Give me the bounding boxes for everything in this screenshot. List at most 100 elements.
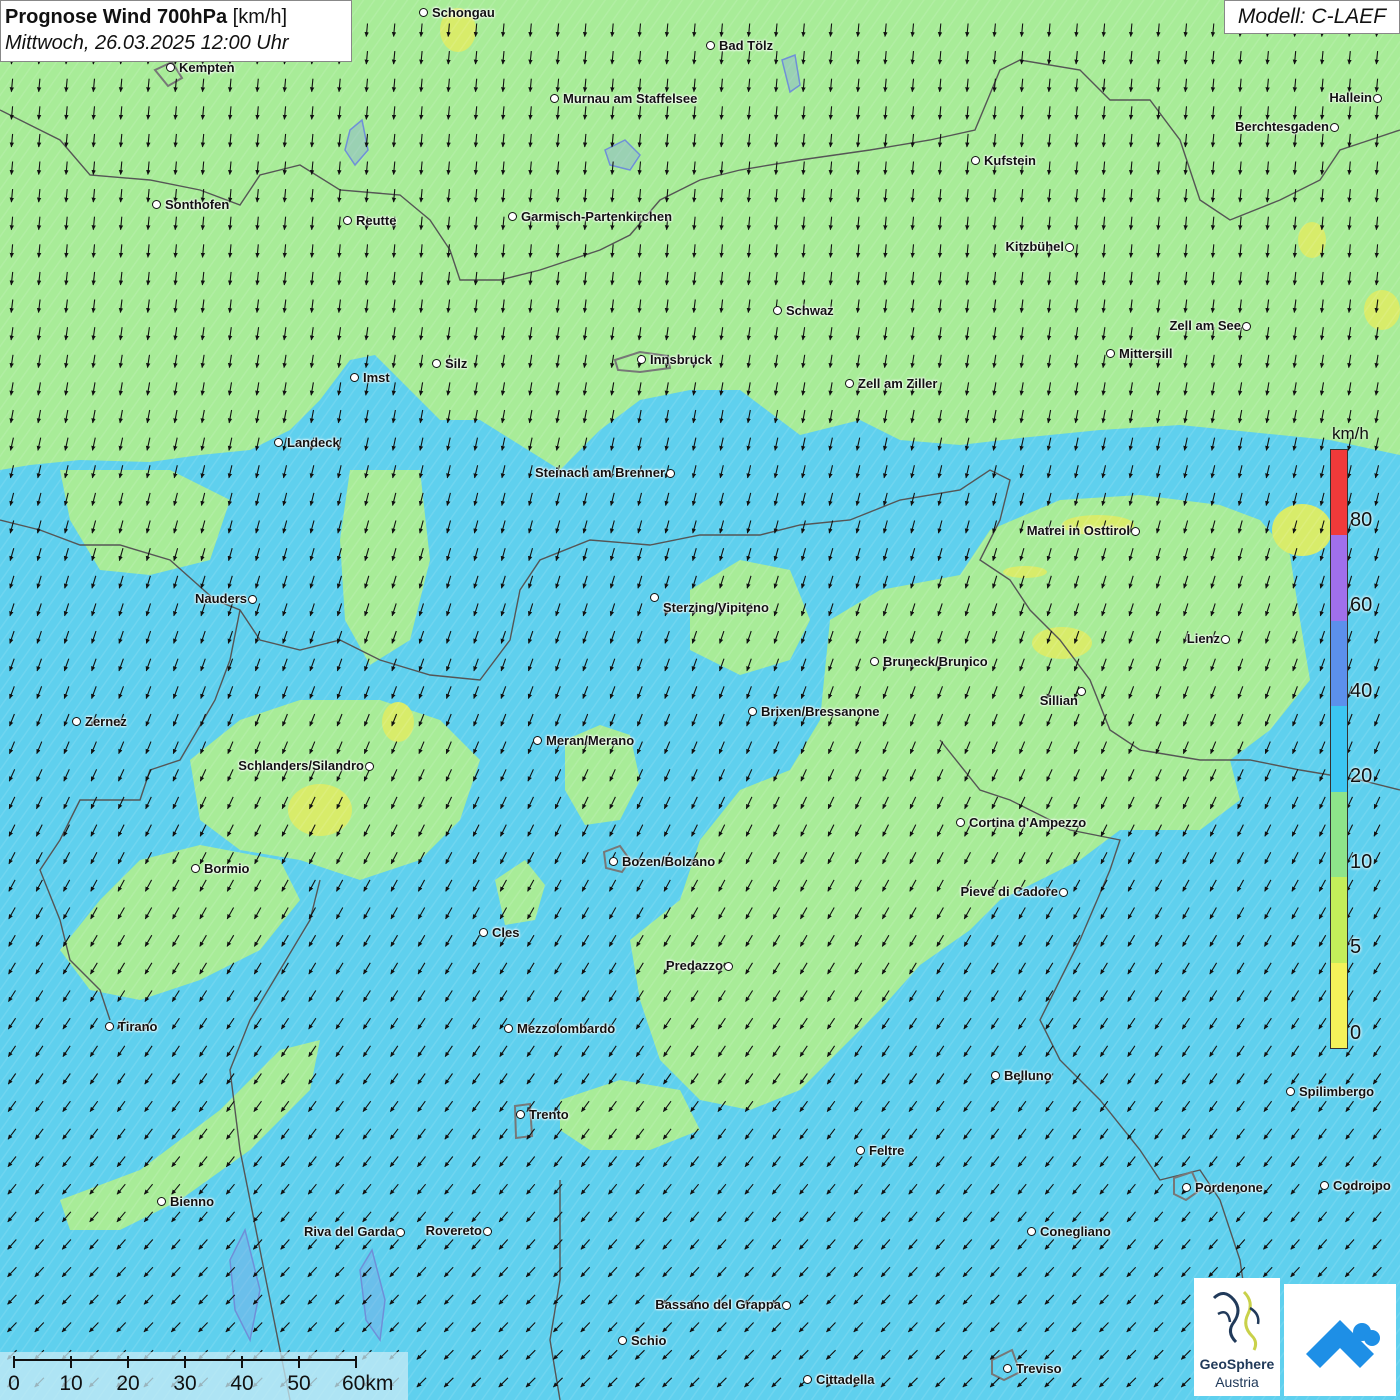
city-label[interactable]: Sterzing/Vipiteno	[663, 601, 769, 615]
city-label[interactable]: Schwaz	[786, 304, 834, 318]
city-marker[interactable]	[396, 1228, 405, 1237]
city-label[interactable]: Predazzo	[666, 959, 723, 973]
city-marker[interactable]	[706, 41, 715, 50]
city-label[interactable]: Conegliano	[1040, 1225, 1111, 1239]
city-marker[interactable]	[1059, 888, 1068, 897]
city-marker[interactable]	[870, 657, 879, 666]
city-label[interactable]: Feltre	[869, 1144, 904, 1158]
city-label[interactable]: Schongau	[432, 6, 495, 20]
city-marker[interactable]	[1131, 527, 1140, 536]
city-marker[interactable]	[157, 1197, 166, 1206]
city-label[interactable]: Zernez	[85, 715, 127, 729]
city-marker[interactable]	[971, 156, 980, 165]
city-marker[interactable]	[350, 373, 359, 382]
city-label[interactable]: Matrei in Osttirol	[1027, 524, 1130, 538]
geosphere-logo[interactable]: GeoSphere Austria	[1194, 1278, 1280, 1396]
city-label[interactable]: Bruneck/Brunico	[883, 655, 988, 669]
city-marker[interactable]	[956, 818, 965, 827]
city-marker[interactable]	[1065, 243, 1074, 252]
city-marker[interactable]	[856, 1146, 865, 1155]
city-marker[interactable]	[343, 216, 352, 225]
city-marker[interactable]	[533, 736, 542, 745]
city-marker[interactable]	[504, 1024, 513, 1033]
city-label[interactable]: Steinach am Brenner	[535, 466, 665, 480]
city-marker[interactable]	[1182, 1183, 1191, 1192]
city-label[interactable]: Bad Tölz	[719, 39, 773, 53]
city-marker[interactable]	[1106, 349, 1115, 358]
city-marker[interactable]	[365, 762, 374, 771]
city-label[interactable]: Spilimbergo	[1299, 1085, 1374, 1099]
city-label[interactable]: Garmisch-Partenkirchen	[521, 210, 672, 224]
city-marker[interactable]	[650, 593, 659, 602]
city-marker[interactable]	[991, 1071, 1000, 1080]
city-marker[interactable]	[724, 962, 733, 971]
city-label[interactable]: Pieve di Cadore	[960, 885, 1058, 899]
city-label[interactable]: Rovereto	[426, 1224, 482, 1238]
city-label[interactable]: Kufstein	[984, 154, 1036, 168]
city-marker[interactable]	[1221, 635, 1230, 644]
city-label[interactable]: Sonthofen	[165, 198, 229, 212]
city-marker[interactable]	[666, 469, 675, 478]
city-marker[interactable]	[637, 355, 646, 364]
city-marker[interactable]	[432, 359, 441, 368]
city-label[interactable]: Murnau am Staffelsee	[563, 92, 697, 106]
city-marker[interactable]	[550, 94, 559, 103]
city-label[interactable]: Hallein	[1329, 91, 1372, 105]
city-marker[interactable]	[618, 1336, 627, 1345]
city-label[interactable]: Bormio	[204, 862, 250, 876]
city-label[interactable]: Riva del Garda	[304, 1225, 395, 1239]
city-label[interactable]: Silz	[445, 357, 467, 371]
city-marker[interactable]	[609, 857, 618, 866]
city-marker[interactable]	[516, 1110, 525, 1119]
city-marker[interactable]	[483, 1227, 492, 1236]
city-label[interactable]: Bozen/Bolzano	[622, 855, 715, 869]
city-marker[interactable]	[72, 717, 81, 726]
city-label[interactable]: Cittadella	[816, 1373, 875, 1387]
city-label[interactable]: Codroipo	[1333, 1179, 1391, 1193]
city-marker[interactable]	[1330, 123, 1339, 132]
city-label[interactable]: Berchtesgaden	[1235, 120, 1329, 134]
city-marker[interactable]	[479, 928, 488, 937]
city-label[interactable]: Bassano del Grappa	[655, 1298, 781, 1312]
city-marker[interactable]	[1003, 1364, 1012, 1373]
city-marker[interactable]	[152, 200, 161, 209]
city-label[interactable]: Mezzolombardo	[517, 1022, 615, 1036]
city-label[interactable]: Meran/Merano	[546, 734, 634, 748]
map-view[interactable]: Schongau Kempten Bad Tölz Murnau am Staffel…	[0, 0, 1400, 1400]
city-marker[interactable]	[105, 1022, 114, 1031]
city-marker[interactable]	[803, 1375, 812, 1384]
city-label[interactable]: Bienno	[170, 1195, 214, 1209]
city-label[interactable]: Belluno	[1004, 1069, 1052, 1083]
city-label[interactable]: Kempten	[179, 61, 235, 75]
city-label[interactable]: Reutte	[356, 214, 396, 228]
city-label[interactable]: Schlanders/Silandro	[238, 759, 364, 773]
city-label[interactable]: Sillian	[1040, 694, 1078, 708]
city-marker[interactable]	[748, 707, 757, 716]
city-label[interactable]: Kitzbühel	[1006, 240, 1065, 254]
city-label[interactable]: Zell am See	[1169, 319, 1241, 333]
city-label[interactable]: Schio	[631, 1334, 666, 1348]
city-label[interactable]: Pordenone	[1195, 1181, 1263, 1195]
city-marker[interactable]	[1320, 1181, 1329, 1190]
city-marker[interactable]	[508, 212, 517, 221]
weather-app-logo[interactable]	[1284, 1284, 1396, 1396]
city-marker[interactable]	[1373, 94, 1382, 103]
city-marker[interactable]	[1242, 322, 1251, 331]
city-label[interactable]: Lienz	[1187, 632, 1220, 646]
city-marker[interactable]	[1077, 687, 1086, 696]
city-marker[interactable]	[191, 864, 200, 873]
city-marker[interactable]	[166, 63, 175, 72]
city-marker[interactable]	[773, 306, 782, 315]
city-marker[interactable]	[1027, 1227, 1036, 1236]
city-marker[interactable]	[1286, 1087, 1295, 1096]
city-label[interactable]: Nauders	[195, 592, 247, 606]
city-label[interactable]: Mittersill	[1119, 347, 1172, 361]
city-label[interactable]: Brixen/Bressanone	[761, 705, 880, 719]
city-label[interactable]: Cles	[492, 926, 519, 940]
city-label[interactable]: Cortina d'Ampezzo	[969, 816, 1086, 830]
city-label[interactable]: Tirano	[118, 1020, 158, 1034]
city-label[interactable]: Landeck	[287, 436, 340, 450]
city-marker[interactable]	[274, 438, 283, 447]
city-label[interactable]: Treviso	[1016, 1362, 1062, 1376]
city-marker[interactable]	[419, 8, 428, 17]
